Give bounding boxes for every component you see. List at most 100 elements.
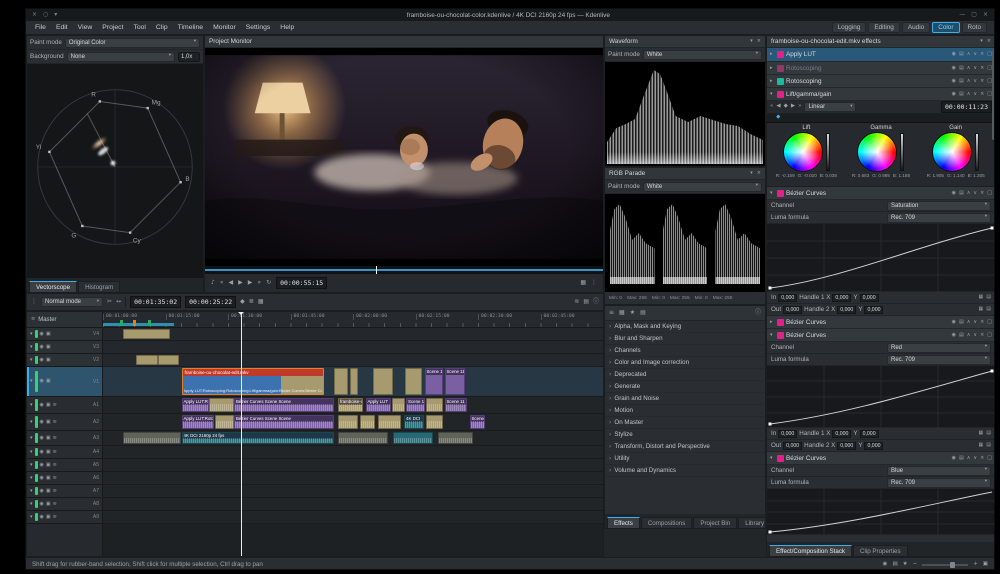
expand-icon[interactable]: ▸ <box>770 66 775 71</box>
go-start-icon[interactable]: « <box>220 280 224 286</box>
lift-color-wheel[interactable] <box>783 132 823 172</box>
list-icon[interactable]: ▤ <box>986 443 991 448</box>
enable-checkbox[interactable]: □ <box>987 456 992 461</box>
monitor-menu-icon[interactable]: ⋮ <box>591 280 597 286</box>
value-box[interactable]: 0,000 <box>778 294 797 302</box>
luma-formula-select[interactable]: Rec. 709▾ <box>887 355 991 365</box>
timeline-clip[interactable]: Bézier Curves Scene Scene <box>234 398 334 412</box>
move-down-icon[interactable]: ∨ <box>973 320 977 325</box>
value-box[interactable]: 0,000 <box>778 430 797 438</box>
track-lane-a3[interactable]: 4K DCI 2160p 24 fps <box>103 431 603 446</box>
curve-editor-red[interactable] <box>767 366 995 428</box>
track-lane-a1[interactable]: Apply LUT:RotoBézier Curves Scene Scenef… <box>103 397 603 414</box>
menu-icon[interactable]: ≡ <box>31 317 35 322</box>
timeline-clip[interactable] <box>392 398 405 412</box>
collapse-icon[interactable]: ▾ <box>770 333 775 338</box>
eye-icon[interactable]: ◉ <box>952 79 956 84</box>
save-preset-icon[interactable]: ▤ <box>959 191 964 196</box>
enable-checkbox[interactable]: □ <box>987 333 992 338</box>
kf-fwd-icon[interactable]: ▶ <box>791 104 795 110</box>
timeline-marker[interactable] <box>133 320 136 326</box>
menu-item-monitor[interactable]: Monitor <box>208 24 241 31</box>
curve-editor-blue[interactable] <box>767 489 995 535</box>
list-icon[interactable]: ▤ <box>986 431 991 436</box>
effect-row-bezier-4[interactable]: ▾ Bézier Curves ◉ ▤ ∧ ∨ × □ <box>767 452 995 465</box>
workspace-button-logging[interactable]: Logging <box>832 22 867 33</box>
eye-icon[interactable]: ◉ <box>40 450 44 455</box>
kf-add-icon[interactable]: ◆ <box>784 104 788 110</box>
snap-icon[interactable]: ▦ <box>258 299 264 305</box>
value-box[interactable]: 0,000 <box>783 442 802 450</box>
collapse-icon[interactable]: ▾ <box>750 39 753 44</box>
style-icon[interactable]: ◉ <box>883 562 888 568</box>
eye-icon[interactable]: ◉ <box>40 420 44 425</box>
delete-icon[interactable]: × <box>980 52 984 57</box>
delete-icon[interactable]: × <box>980 456 984 461</box>
menu-item-view[interactable]: View <box>73 24 98 31</box>
track-options-icon[interactable]: ≣ <box>249 299 254 305</box>
timeline-marker[interactable] <box>148 320 151 326</box>
track-lane-a8[interactable] <box>103 498 603 511</box>
lock-icon[interactable]: ▣ <box>46 436 51 441</box>
value-box[interactable]: 0,000 <box>837 306 856 314</box>
timeline-clip[interactable] <box>338 432 388 444</box>
effects-category[interactable]: ›Motion <box>605 405 765 417</box>
workspace-button-color[interactable]: Color <box>932 22 959 33</box>
chevron-down-icon[interactable]: ▾ <box>30 345 33 350</box>
menu-item-clip[interactable]: Clip <box>151 24 173 31</box>
chevron-down-icon[interactable]: ▾ <box>30 379 33 384</box>
value-box[interactable]: 0,000 <box>837 442 856 450</box>
eye-icon[interactable]: ◉ <box>952 52 956 57</box>
value-box[interactable]: 0,000 <box>832 294 851 302</box>
grid-view-icon[interactable]: ▦ <box>619 310 625 316</box>
timeline-clip[interactable]: Scene 11 <box>445 368 465 395</box>
eye-icon[interactable]: ◉ <box>40 379 44 384</box>
chevron-down-icon[interactable]: ▾ <box>30 403 33 408</box>
chevron-down-icon[interactable]: ▾ <box>30 420 33 425</box>
kf-next-icon[interactable]: » <box>798 104 801 110</box>
effect-row-lift-gamma-gain[interactable]: ▾ Lift/gamma/gain ◉ ▤ ∧ ∨ × □ <box>767 88 995 101</box>
preview-icon[interactable]: ▤ <box>583 299 589 305</box>
timeline-ruler[interactable]: 00:01:00:0000:01:15:0000:01:30:0000:01:4… <box>103 312 603 328</box>
timeline-clip[interactable] <box>360 415 375 429</box>
workspace-button-audio[interactable]: Audio <box>902 22 930 33</box>
enable-checkbox[interactable]: □ <box>987 320 992 325</box>
gain-slider[interactable] <box>975 133 979 171</box>
delete-icon[interactable]: × <box>980 79 984 84</box>
channel-select[interactable]: Red▾ <box>887 343 991 353</box>
close-icon[interactable]: × <box>757 39 761 44</box>
timeline-clip[interactable] <box>393 432 433 444</box>
track-head-a7[interactable]: ▾◉▣≋A7 <box>27 485 102 498</box>
timeline-clip[interactable]: 4K DCI <box>404 415 424 429</box>
monitor-seek-bar[interactable] <box>205 266 603 274</box>
effect-row-rotoscoping-1[interactable]: ▸ Rotoscoping ◉ ▤ ∧ ∨ × □ <box>767 62 995 75</box>
gamma-color-wheel[interactable] <box>857 132 897 172</box>
zoom-slider-knob[interactable] <box>950 562 955 568</box>
eye-icon[interactable]: ◉ <box>40 345 44 350</box>
timeline-clip[interactable] <box>426 415 443 429</box>
delete-icon[interactable]: × <box>980 320 984 325</box>
close-icon[interactable]: × <box>983 12 988 18</box>
collapse-icon[interactable]: ▾ <box>980 39 983 44</box>
track-head-a3[interactable]: ▾◉▣≋A3 <box>27 431 102 446</box>
timeline-clip[interactable]: 4K DCI 2160p 24 fps <box>182 432 335 444</box>
parade-paint-mode-select[interactable]: White▾ <box>643 182 762 192</box>
grid-icon[interactable]: ▦ <box>979 295 984 300</box>
lock-icon[interactable]: ▣ <box>46 403 51 408</box>
value-box[interactable]: 0,000 <box>783 306 802 314</box>
effect-row-apply-lut[interactable]: ▸ Apply LUT ◉ ▤ ∧ ∨ × □ <box>767 48 995 62</box>
save-preset-icon[interactable]: ▤ <box>959 92 964 97</box>
timeline-clip[interactable] <box>123 329 170 339</box>
effects-category[interactable]: ›Generate <box>605 381 765 393</box>
move-down-icon[interactable]: ∨ <box>973 66 977 71</box>
timeline-clip[interactable]: Scene 11 <box>445 398 467 412</box>
timeline-clip[interactable]: framboise-ou <box>338 398 363 412</box>
go-end-icon[interactable]: » <box>257 280 261 286</box>
effect-row-rotoscoping-2[interactable]: ▸ Rotoscoping ◉ ▤ ∧ ∨ × □ <box>767 75 995 88</box>
master-track-button[interactable]: ≡ Master <box>27 312 102 328</box>
close-icon[interactable]: × <box>32 12 37 18</box>
move-up-icon[interactable]: ∧ <box>967 79 971 84</box>
effects-category[interactable]: ›Color and Image correction <box>605 357 765 369</box>
channel-select[interactable]: Saturation▾ <box>887 201 991 211</box>
track-head-a4[interactable]: ▾◉▣≋A4 <box>27 446 102 459</box>
